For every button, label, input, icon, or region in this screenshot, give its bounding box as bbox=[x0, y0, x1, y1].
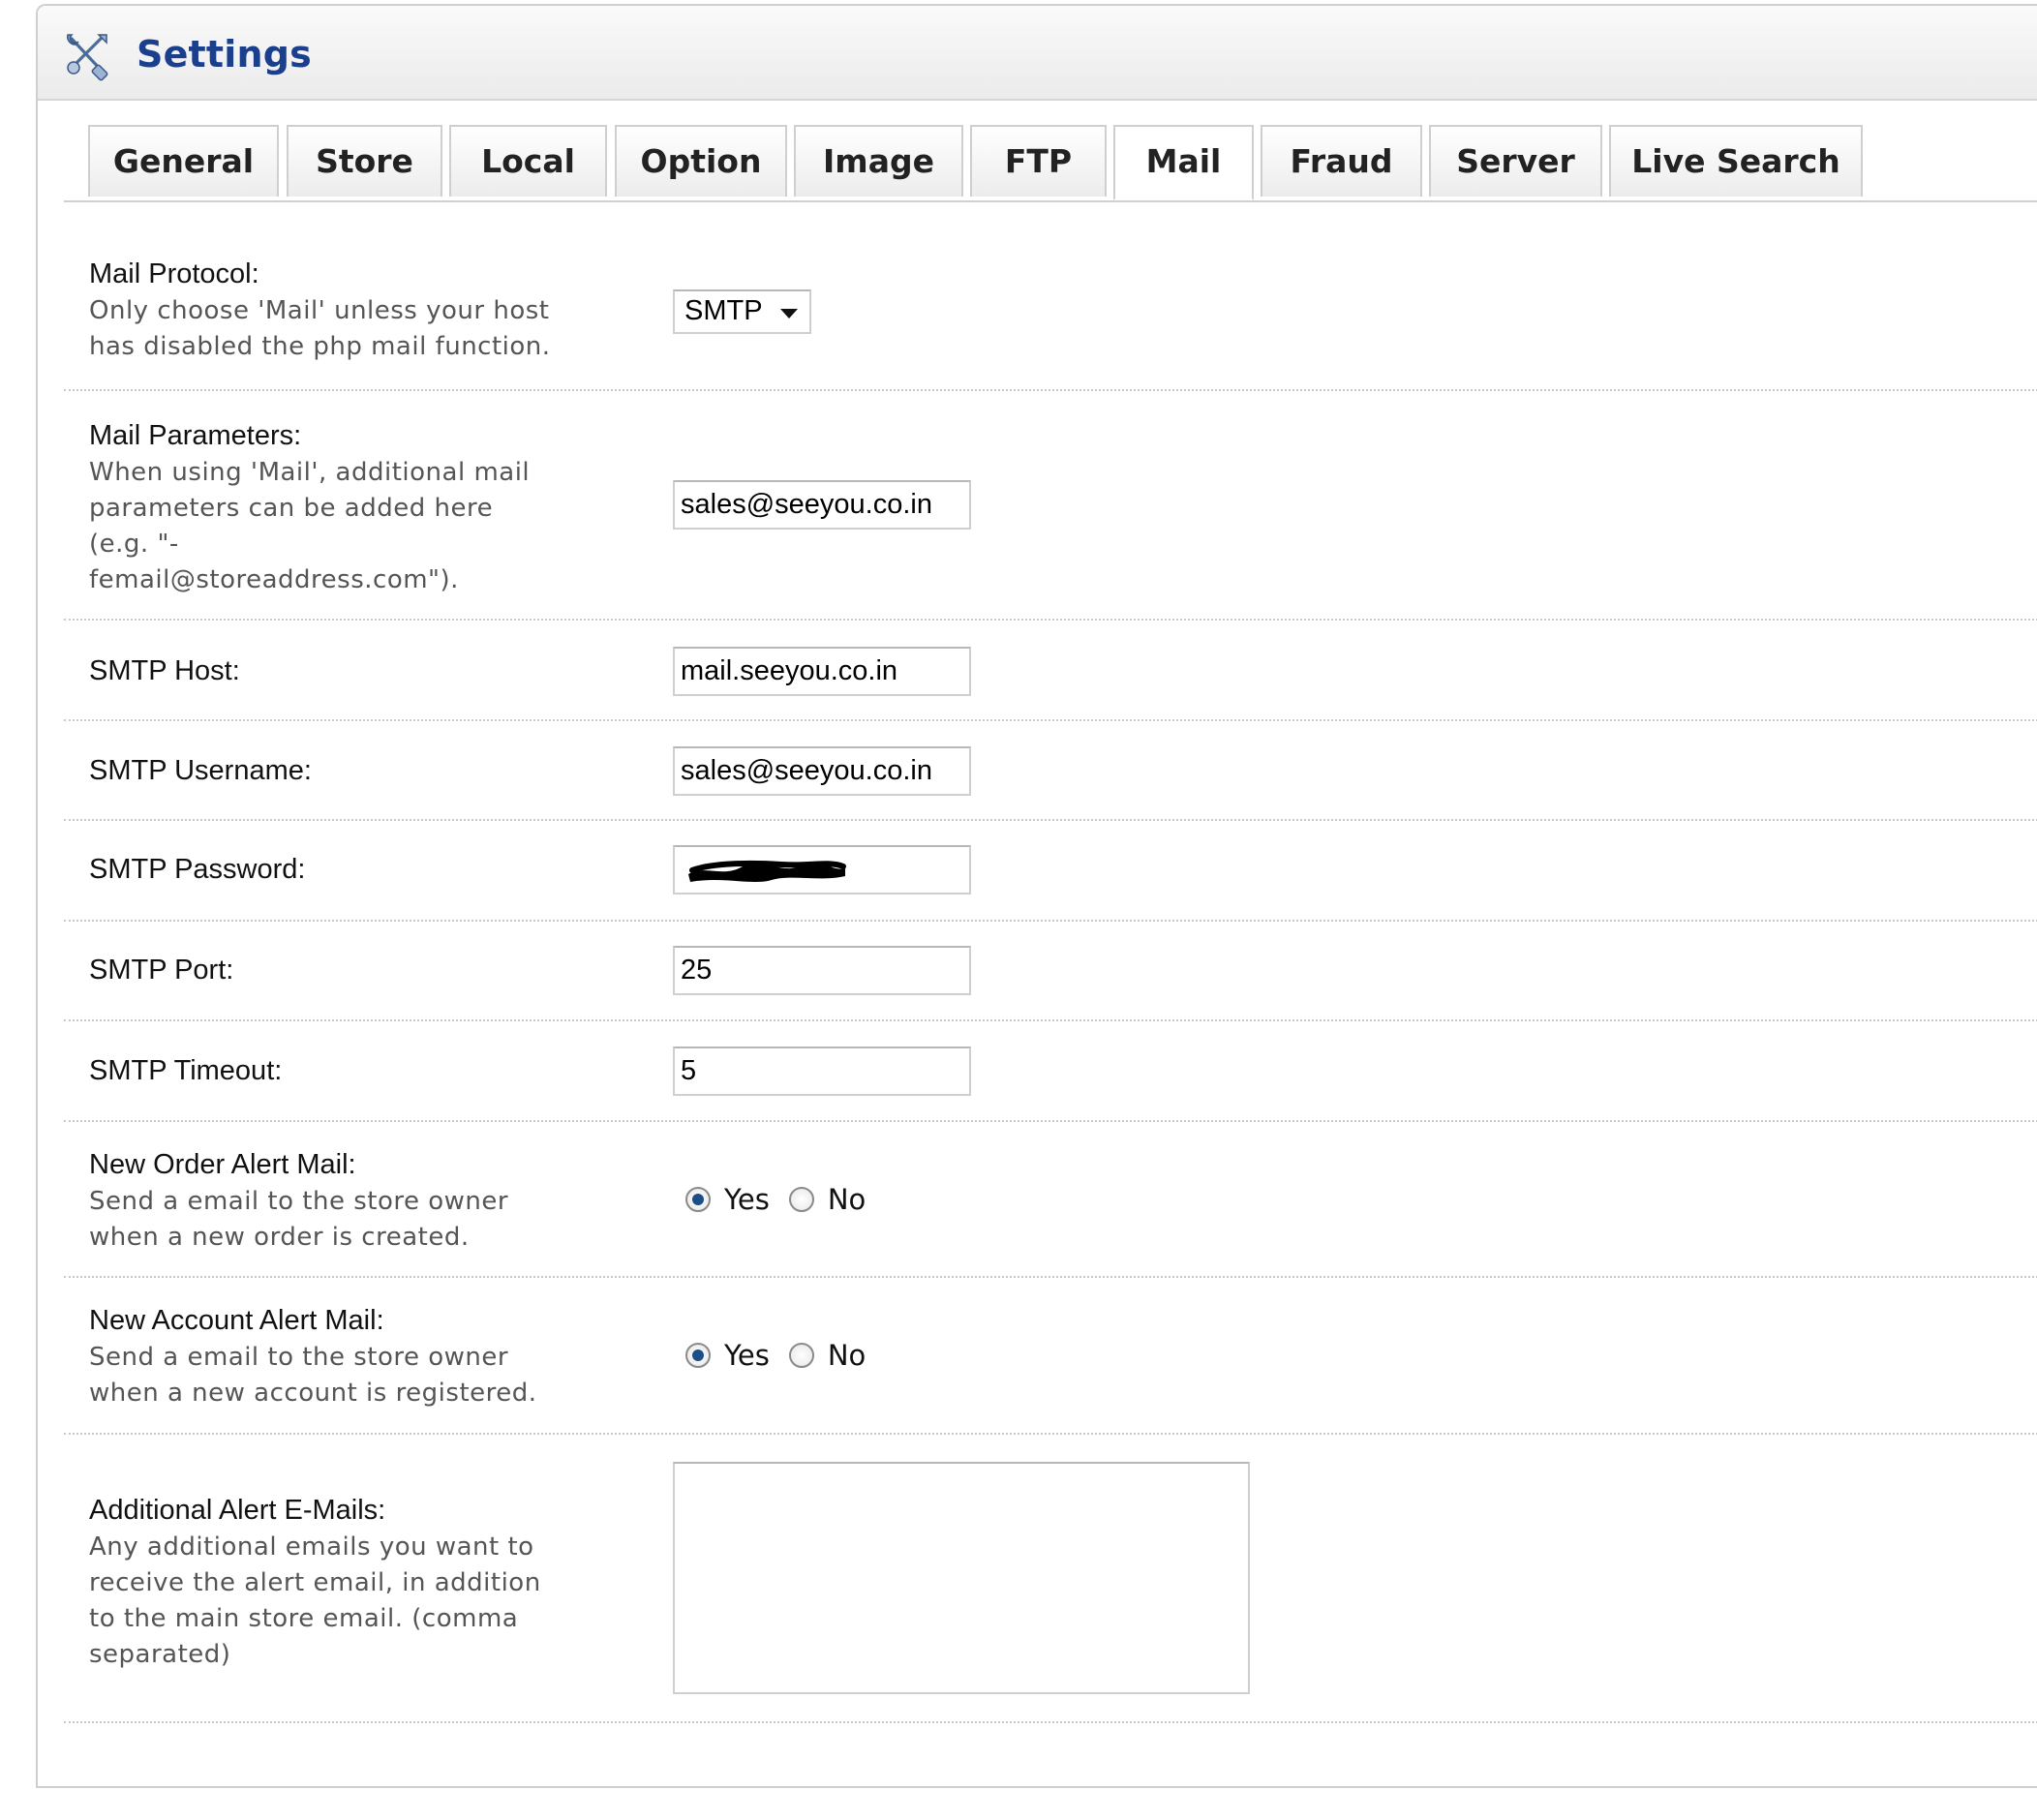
tools-icon bbox=[67, 34, 108, 81]
smtp-port-input[interactable] bbox=[673, 946, 971, 995]
new-order-alert-label: New Order Alert Mail: bbox=[89, 1149, 356, 1180]
tab-fraud[interactable]: Fraud bbox=[1261, 125, 1422, 197]
smtp-password-row: SMTP Password: bbox=[64, 821, 2037, 922]
tab-mail[interactable]: Mail bbox=[1113, 125, 1254, 200]
smtp-username-row: SMTP Username: bbox=[64, 721, 2037, 821]
mail-protocol-help: Only choose 'Mail' unless your host has … bbox=[89, 296, 551, 361]
new-account-alert-no-radio[interactable] bbox=[788, 1343, 814, 1368]
mail-parameters-help: When using 'Mail', additional mail param… bbox=[89, 458, 531, 594]
smtp-host-input[interactable] bbox=[673, 647, 971, 696]
new-account-alert-radio-group: Yes No bbox=[673, 1336, 885, 1375]
tab-server[interactable]: Server bbox=[1429, 125, 1602, 197]
smtp-timeout-label: SMTP Timeout: bbox=[89, 1055, 283, 1086]
new-account-alert-yes-label: Yes bbox=[724, 1339, 770, 1372]
tab-image[interactable]: Image bbox=[794, 125, 963, 197]
smtp-port-row: SMTP Port: bbox=[64, 922, 2037, 1021]
new-account-alert-label: New Account Alert Mail: bbox=[89, 1305, 384, 1336]
new-account-alert-help: Send a email to the store owner when a n… bbox=[89, 1343, 537, 1408]
settings-tabs: General Store Local Option Image FTP Mai… bbox=[64, 125, 2037, 202]
new-order-alert-no-radio[interactable] bbox=[788, 1187, 814, 1212]
new-account-alert-row: New Account Alert Mail: Send a email to … bbox=[64, 1278, 2037, 1435]
new-order-alert-help: Send a email to the store owner when a n… bbox=[89, 1187, 509, 1252]
mail-parameters-input[interactable] bbox=[673, 480, 971, 530]
additional-alert-emails-row: Additional Alert E-Mails: Any additional… bbox=[64, 1435, 2037, 1723]
smtp-port-label: SMTP Port: bbox=[89, 955, 234, 986]
additional-alert-emails-label: Additional Alert E-Mails: bbox=[89, 1495, 386, 1526]
tab-general[interactable]: General bbox=[88, 125, 279, 197]
tab-option[interactable]: Option bbox=[615, 125, 787, 197]
tab-local[interactable]: Local bbox=[449, 125, 607, 197]
smtp-timeout-row: SMTP Timeout: bbox=[64, 1021, 2037, 1122]
new-order-alert-radio-group: Yes No bbox=[673, 1180, 885, 1219]
smtp-host-row: SMTP Host: bbox=[64, 621, 2037, 721]
mail-protocol-value: SMTP bbox=[684, 295, 763, 326]
additional-alert-emails-textarea[interactable] bbox=[673, 1462, 1250, 1694]
mail-parameters-label: Mail Parameters: bbox=[89, 420, 302, 451]
new-order-alert-no-label: No bbox=[827, 1183, 866, 1216]
settings-panel: Settings General Store Local Option Imag… bbox=[36, 4, 2037, 1788]
mail-protocol-select[interactable]: SMTP bbox=[673, 289, 811, 334]
redaction-scribble bbox=[688, 860, 846, 882]
smtp-username-label: SMTP Username: bbox=[89, 755, 312, 786]
additional-alert-emails-help: Any additional emails you want to receiv… bbox=[89, 1532, 541, 1669]
tab-live-search[interactable]: Live Search bbox=[1609, 125, 1863, 197]
mail-parameters-row: Mail Parameters: When using 'Mail', addi… bbox=[64, 391, 2037, 621]
smtp-host-label: SMTP Host: bbox=[89, 655, 240, 686]
new-order-alert-yes-label: Yes bbox=[724, 1183, 770, 1216]
new-order-alert-yes-radio[interactable] bbox=[685, 1187, 711, 1212]
mail-protocol-row: Mail Protocol: Only choose 'Mail' unless… bbox=[64, 200, 2037, 391]
smtp-password-label: SMTP Password: bbox=[89, 854, 306, 885]
chevron-down-icon bbox=[780, 309, 798, 318]
new-order-alert-row: New Order Alert Mail: Send a email to th… bbox=[64, 1122, 2037, 1278]
mail-protocol-label: Mail Protocol: bbox=[89, 258, 259, 289]
new-account-alert-yes-radio[interactable] bbox=[685, 1343, 711, 1368]
new-account-alert-no-label: No bbox=[827, 1339, 866, 1372]
page-title: Settings bbox=[137, 33, 312, 76]
tab-ftp[interactable]: FTP bbox=[970, 125, 1107, 197]
panel-header: Settings bbox=[38, 6, 2037, 101]
tab-store[interactable]: Store bbox=[287, 125, 442, 197]
smtp-timeout-input[interactable] bbox=[673, 1046, 971, 1096]
smtp-username-input[interactable] bbox=[673, 746, 971, 796]
